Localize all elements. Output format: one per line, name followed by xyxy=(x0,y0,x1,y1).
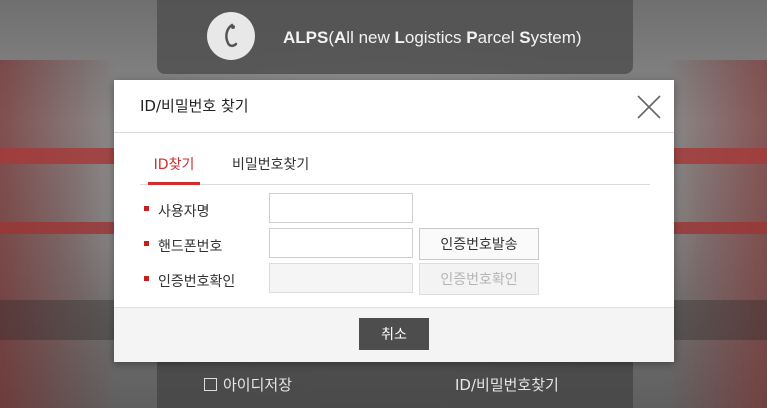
phone-label: 핸드폰번호 xyxy=(158,239,223,255)
tab-bar: ID찾기 비밀번호찾기 xyxy=(140,150,650,185)
checkbox-icon[interactable] xyxy=(204,378,217,391)
code-input[interactable] xyxy=(269,263,413,293)
dialog-footer: 취소 xyxy=(114,307,674,362)
bullet-icon xyxy=(144,276,149,281)
send-code-button[interactable]: 인증번호발송 xyxy=(419,228,539,260)
app-title: ALPS(All new Logistics Parcel System) xyxy=(283,28,582,47)
tab-find-password[interactable]: 비밀번호찾기 xyxy=(232,154,309,182)
close-icon[interactable] xyxy=(636,94,662,120)
name-label: 사용자명 xyxy=(158,204,210,220)
bullet-icon xyxy=(144,206,149,211)
alps-logo-icon xyxy=(207,12,255,60)
background-decoration-left xyxy=(0,60,115,408)
tab-find-id[interactable]: ID찾기 xyxy=(148,154,200,185)
remember-id-checkbox[interactable]: 아이디저장 xyxy=(204,374,292,395)
code-label: 인증번호확인 xyxy=(158,274,236,290)
bullet-icon xyxy=(144,241,149,246)
phone-input[interactable] xyxy=(269,228,413,258)
dialog-title: ID/비밀번호 찾기 xyxy=(140,97,249,115)
find-id-password-link[interactable]: ID/비밀번호찾기 xyxy=(455,374,559,395)
name-input[interactable] xyxy=(269,193,413,223)
cancel-button[interactable]: 취소 xyxy=(359,318,429,350)
find-id-password-dialog: ID/비밀번호 찾기 ID찾기 비밀번호찾기 사용자명 핸드폰번호 인증번호발송… xyxy=(114,80,674,362)
verify-code-button[interactable]: 인증번호확인 xyxy=(419,263,539,295)
remember-id-label: 아이디저장 xyxy=(223,376,293,394)
dialog-header: ID/비밀번호 찾기 xyxy=(114,80,674,133)
background-decoration-right xyxy=(667,60,767,408)
